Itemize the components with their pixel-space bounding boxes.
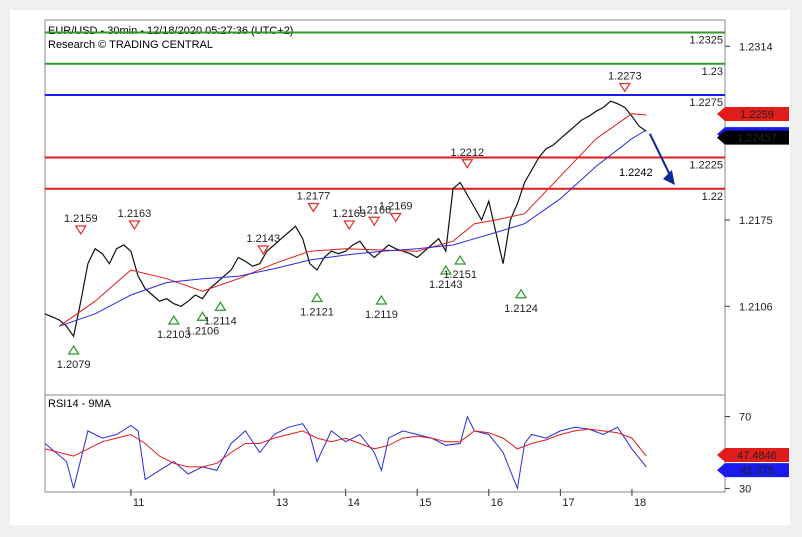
peak-marker-7 — [461, 159, 474, 169]
peak-label-6: 1.2169 — [379, 201, 413, 213]
current-price-label: 1.2242 — [619, 167, 653, 179]
trough-label-0: 1.2079 — [57, 359, 91, 371]
trough-marker-0 — [67, 344, 80, 355]
trough-label-4: 1.2121 — [300, 307, 334, 319]
trough-marker-4 — [310, 292, 324, 303]
price-tick-label-2: 1.2106 — [739, 301, 773, 313]
rsi-panel — [44, 394, 726, 493]
trough-marker-8 — [514, 288, 528, 299]
peak-marker-2 — [257, 245, 270, 256]
level-label-2: 1.2275 — [689, 97, 723, 109]
chart-title: EUR/USD - 30min - 12/18/2020 05:27:36 (U… — [48, 25, 293, 37]
trough-marker-7 — [454, 254, 467, 265]
rsi-series-1 — [44, 428, 647, 468]
rsi-title: RSI14 - 9MA — [48, 398, 112, 410]
arrow-shaft — [648, 133, 673, 180]
rsi-tag-0-label: 47.4846 — [737, 450, 777, 462]
price-series-2 — [59, 129, 647, 327]
trough-label-5: 1.2119 — [365, 309, 398, 321]
price-tags: 1.22591.224691.2245747.484642.375 — [717, 107, 789, 478]
time-tick-label-2: 14 — [348, 497, 360, 509]
price-tag-0-label: 1.2259 — [740, 109, 774, 121]
peak-marker-8 — [618, 82, 631, 93]
trough-label-3: 1.2114 — [204, 315, 237, 327]
price-tick-label-0: 1.2314 — [739, 41, 773, 53]
trough-marker-5 — [375, 294, 388, 305]
rsi-tick-label-1: 30 — [739, 483, 751, 495]
trough-marker-3 — [214, 301, 227, 311]
rsi-tag-1-label: 42.375 — [740, 465, 774, 477]
time-tick-label-0: 11 — [133, 497, 144, 509]
price-tag-2-label: 1.22457 — [737, 133, 777, 145]
forecast-arrow — [648, 133, 675, 185]
peak-marker-6 — [389, 212, 402, 223]
trough-label-7: 1.2151 — [443, 269, 477, 281]
rsi-series-group — [44, 415, 647, 491]
peak-marker-4 — [343, 220, 356, 231]
peak-label-0: 1.2159 — [64, 213, 98, 225]
time-tick-label-6: 18 — [634, 497, 646, 509]
peak-label-2: 1.2143 — [246, 233, 280, 245]
level-label-3: 1.2225 — [689, 160, 723, 172]
time-tick-label-1: 13 — [276, 497, 288, 509]
pivot-markers: 1.2159 1.21631.21431.21771.21631.21661.21… — [57, 71, 642, 372]
peak-marker-1 — [128, 220, 141, 231]
level-label-1: 1.23 — [702, 66, 723, 78]
peak-marker-5 — [368, 216, 381, 227]
level-label-4: 1.22 — [702, 191, 723, 203]
rsi-tick-label-0: 70 — [739, 412, 751, 424]
time-tick-label-4: 16 — [491, 497, 503, 509]
peak-marker-3 — [307, 202, 320, 213]
time-tick-label-5: 17 — [562, 497, 574, 509]
peak-label-1: 1.2163 — [118, 208, 152, 220]
forex-chart: EUR/USD - 30min - 12/18/2020 05:27:36 (U… — [44, 19, 789, 509]
research-source: Research © TRADING CENTRAL — [48, 39, 213, 51]
peak-label-7: 1.2212 — [450, 147, 484, 159]
rsi-series-0 — [44, 415, 647, 491]
peak-label-8: 1.2273 — [608, 71, 642, 83]
trough-marker-1 — [167, 314, 180, 325]
level-label-0: 1.2325 — [689, 35, 723, 47]
peak-marker-0 — [74, 225, 87, 236]
price-tick-label-1: 1.2175 — [739, 215, 773, 227]
time-tick-label-3: 15 — [419, 497, 431, 509]
peak-label-3: 1.2177 — [297, 191, 331, 203]
trough-label-8: 1.2124 — [504, 303, 538, 315]
